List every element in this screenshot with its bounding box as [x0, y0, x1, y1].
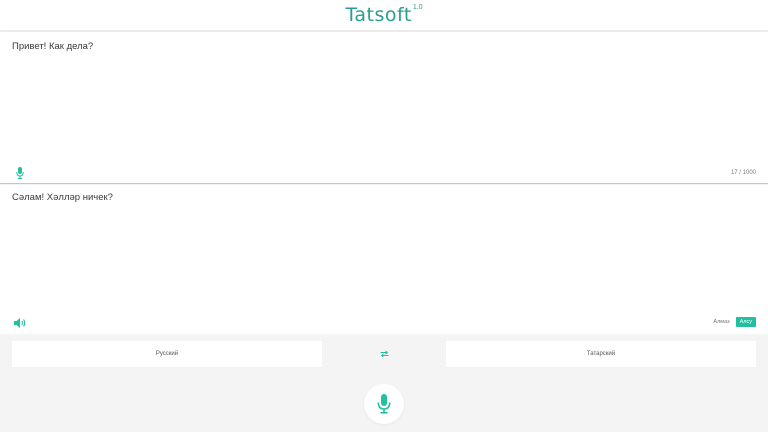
translation-panel: Сәлам! Хәлләр ничек? Алмаз Алсу	[0, 185, 768, 334]
logo-text: Tatsoft	[345, 4, 412, 26]
speaker-icon[interactable]	[13, 317, 27, 329]
swap-arrows-icon	[380, 350, 388, 358]
source-text-input[interactable]: Привет! Как дела?	[12, 41, 93, 52]
microphone-icon[interactable]	[14, 166, 26, 180]
source-text-panel[interactable]: Привет! Как дела? 17 / 1000	[0, 32, 768, 184]
logo[interactable]: Tatsoft 1.0	[345, 4, 423, 26]
source-language-select[interactable]: Русский	[12, 341, 322, 367]
target-language-select[interactable]: Татарский	[446, 341, 756, 367]
translation-output: Сәлам! Хәлләр ничек?	[12, 192, 113, 203]
voice-input-button[interactable]	[364, 384, 404, 424]
swap-languages-button[interactable]	[377, 347, 391, 361]
voice-option-alsu[interactable]: Алсу	[735, 317, 756, 327]
voice-option-almaz[interactable]: Алмаз	[710, 317, 732, 327]
microphone-icon	[377, 394, 391, 414]
logo-version: 1.0	[412, 4, 423, 11]
app-header: Tatsoft 1.0	[0, 0, 768, 31]
voice-selector: Алмаз Алсу	[710, 317, 756, 327]
character-counter: 17 / 1000	[730, 170, 756, 176]
